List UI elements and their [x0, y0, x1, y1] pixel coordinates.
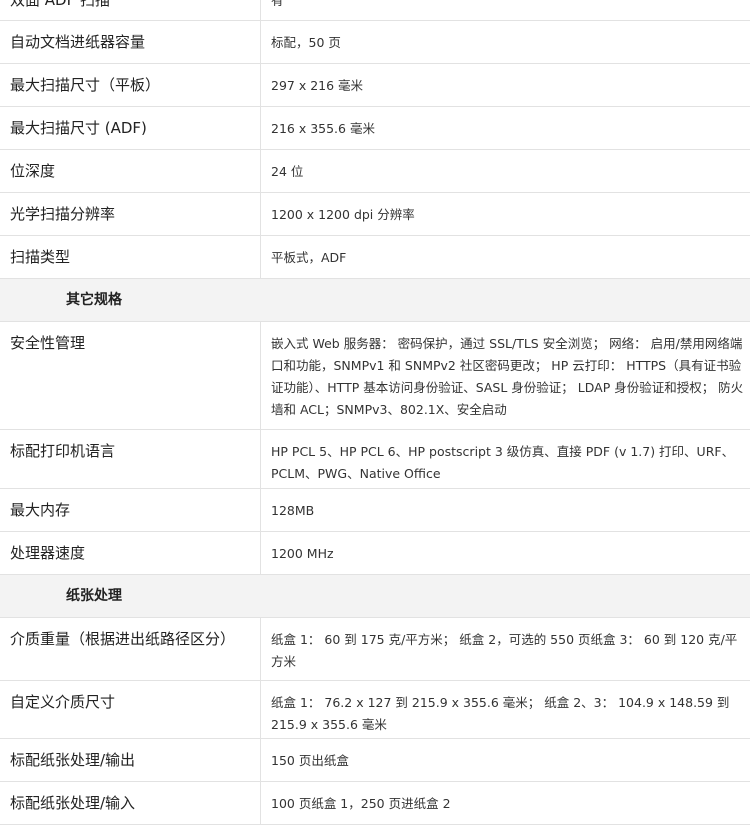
spec-label: 介质重量（根据进出纸路径区分）	[0, 618, 261, 680]
spec-row: 最大扫描尺寸（平板） 297 x 216 毫米	[0, 64, 750, 107]
spec-label: 位深度	[0, 150, 261, 192]
spec-row: 扫描类型 平板式，ADF	[0, 236, 750, 279]
spec-row: 自定义介质尺寸 纸盒 1： 76.2 x 127 到 215.9 x 355.6 …	[0, 681, 750, 739]
spec-value: 嵌入式 Web 服务器： 密码保护，通过 SSL/TLS 安全浏览； 网络： 启…	[271, 336, 744, 417]
spec-label: 最大扫描尺寸 (ADF)	[0, 107, 261, 149]
spec-row: 标配打印机语言 HP PCL 5、HP PCL 6、HP postscript 3…	[0, 430, 750, 489]
spec-row: 光学扫描分辨率 1200 x 1200 dpi 分辨率	[0, 193, 750, 236]
spec-value: 297 x 216 毫米	[271, 78, 364, 93]
spec-table: 双面 ADF 扫描 有自动文档进纸器容量 标配，50 页最大扫描尺寸（平板） 297 …	[0, 0, 750, 825]
spec-row: 双面 ADF 扫描 有	[0, 0, 750, 21]
spec-value: 纸盒 1： 76.2 x 127 到 215.9 x 355.6 毫米； 纸盒 …	[271, 695, 730, 732]
section-header: 其它规格	[0, 279, 750, 322]
spec-value: 216 x 355.6 毫米	[271, 121, 375, 136]
spec-value: HP PCL 5、HP PCL 6、HP postscript 3 级仿真、直接…	[271, 444, 735, 481]
spec-label: 安全性管理	[0, 322, 261, 429]
spec-row: 自动文档进纸器容量 标配，50 页	[0, 21, 750, 64]
section-header: 纸张处理	[0, 575, 750, 618]
spec-value: 128MB	[271, 503, 315, 518]
spec-row: 介质重量（根据进出纸路径区分） 纸盒 1： 60 到 175 克/平方米； 纸盒 …	[0, 618, 750, 681]
spec-value: 平板式，ADF	[271, 250, 347, 265]
spec-row: 标配纸张处理/输入 100 页纸盒 1，250 页进纸盒 2	[0, 782, 750, 825]
spec-label: 标配纸张处理/输入	[0, 782, 261, 824]
spec-label: 自定义介质尺寸	[0, 681, 261, 738]
spec-label: 光学扫描分辨率	[0, 193, 261, 235]
spec-row: 位深度 24 位	[0, 150, 750, 193]
spec-label: 自动文档进纸器容量	[0, 21, 261, 63]
spec-label: 标配打印机语言	[0, 430, 261, 488]
spec-value: 1200 MHz	[271, 546, 334, 561]
spec-value: 标配，50 页	[271, 35, 341, 50]
spec-row: 最大扫描尺寸 (ADF) 216 x 355.6 毫米	[0, 107, 750, 150]
spec-label: 最大内存	[0, 489, 261, 531]
spec-value: 24 位	[271, 164, 304, 179]
spec-row: 处理器速度 1200 MHz	[0, 532, 750, 575]
spec-row: 安全性管理 嵌入式 Web 服务器： 密码保护，通过 SSL/TLS 安全浏览； …	[0, 322, 750, 430]
spec-label: 标配纸张处理/输出	[0, 739, 261, 781]
spec-label: 处理器速度	[0, 532, 261, 574]
spec-row: 标配纸张处理/输出 150 页出纸盒	[0, 739, 750, 782]
spec-row: 最大内存 128MB	[0, 489, 750, 532]
spec-label: 双面 ADF 扫描	[0, 0, 261, 20]
spec-label: 最大扫描尺寸（平板）	[0, 64, 261, 106]
spec-value: 150 页出纸盒	[271, 753, 349, 768]
spec-value: 纸盒 1： 60 到 175 克/平方米； 纸盒 2，可选的 550 页纸盒 3…	[271, 632, 738, 669]
spec-value: 1200 x 1200 dpi 分辨率	[271, 207, 415, 222]
spec-value: 100 页纸盒 1，250 页进纸盒 2	[271, 796, 451, 811]
spec-value: 有	[271, 0, 284, 8]
spec-label: 扫描类型	[0, 236, 261, 278]
